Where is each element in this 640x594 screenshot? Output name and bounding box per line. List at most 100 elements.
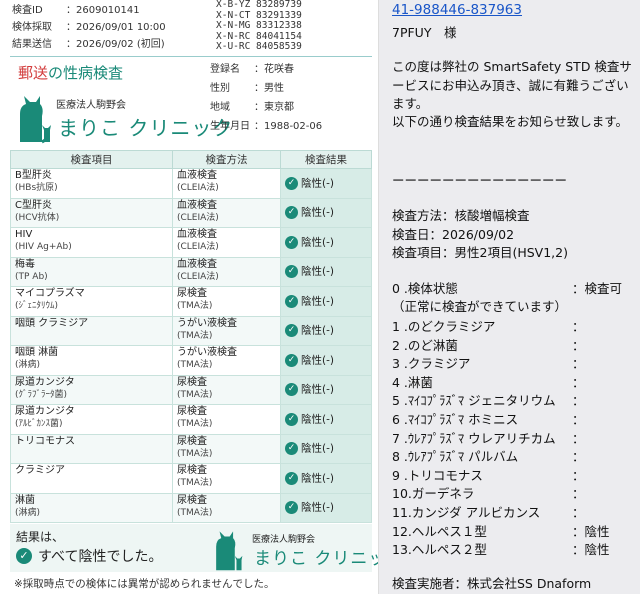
- test-method: 検査方法：核酸増幅検査: [392, 208, 530, 223]
- test-items: 検査項目：男性2項目(HSV1,2): [392, 245, 568, 260]
- check-circle-icon: ✓: [285, 412, 298, 426]
- table-row: マイコプラズマ (ｼﾞｪﾆﾀﾘｳﾑ) 尿検査 (TMA法) ✓ 陰性(-): [10, 286, 372, 317]
- status-note: （正常に検査ができています）: [392, 299, 568, 314]
- result-cell: ✓ 陰性(-): [280, 168, 372, 199]
- table-row: HIV (HIV Ag+Ab) 血液検査 (CLEIA法) ✓ 陰性(-): [10, 227, 372, 258]
- method-cell: 尿検査 (TMA法): [172, 463, 281, 494]
- item-cell: 尿道カンジタ (ｱﾙﾋﾞｶﾝｽ菌): [10, 404, 173, 435]
- table-row: C型肝炎 (HCV抗体) 血液検査 (CLEIA法) ✓ 陰性(-): [10, 197, 372, 228]
- check-circle-icon: ✓: [285, 265, 298, 278]
- item-cell: 咽頭 淋菌 (淋病): [10, 345, 173, 376]
- check-circle-icon: ✓: [285, 471, 298, 485]
- header-method: 検査方法: [172, 150, 281, 169]
- divider-text: ーーーーーーーーーーーーーー: [392, 173, 568, 188]
- method-cell: 尿検査 (TMA法): [172, 286, 281, 317]
- patient-row: 性別 ：男性: [210, 83, 284, 94]
- test-meta: 検査ID ：2609010141 検体採取 ：2026/09/01 10:00 結果…: [12, 2, 166, 53]
- method-cell: 血液検査 (CLEIA法): [172, 168, 281, 199]
- result-cell: ✓ 陰性(-): [280, 315, 372, 346]
- method-cell: 血液検査 (CLEIA法): [172, 227, 281, 258]
- check-circle-icon: ✓: [285, 324, 298, 337]
- result-cell: ✓ 陰性(-): [280, 463, 372, 494]
- check-circle-icon: ✓: [285, 442, 298, 455]
- result-cell: ✓ 陰性(-): [280, 256, 372, 287]
- check-circle-icon: ✓: [16, 548, 32, 564]
- footnote: ※採取時点での検体には異常が認められませんでした。: [14, 578, 275, 590]
- header-result: 検査結果: [280, 150, 372, 169]
- result-cell: ✓ 陰性(-): [280, 374, 372, 405]
- method-cell: うがい液検査 (TMA法): [172, 345, 281, 376]
- table-row: 梅毒 (TP Ab) 血液検査 (CLEIA法) ✓ 陰性(-): [10, 256, 372, 287]
- item-cell: 淋菌 (淋病): [10, 492, 173, 523]
- patient-row: 地域 ：東京都: [210, 102, 294, 113]
- meta-row: 結果送信 ：2026/09/02 (初回): [12, 39, 165, 50]
- result-list-item: 3 .クラミジア：: [392, 356, 585, 372]
- status-row: 0 .検体状態 ：検査可: [392, 281, 623, 296]
- result-list-item: 5 .ﾏｲｺﾌﾟﾗｽﾞﾏ ジェニタリウム：: [392, 393, 585, 409]
- result-list-item: 9 .トリコモナス：: [392, 467, 585, 483]
- cat-logo-icon: [216, 531, 243, 571]
- patient-row: 登録名 ：花咲春: [210, 64, 294, 75]
- meta-row: 検査ID ：2609010141: [12, 5, 140, 16]
- check-circle-icon: ✓: [285, 501, 298, 514]
- result-list-item: 10.ガーデネラ：: [392, 486, 585, 502]
- header-item: 検査項目: [10, 150, 173, 169]
- table-row: 尿道カンジタ (ｱﾙﾋﾞｶﾝｽ菌) 尿検査 (TMA法) ✓ 陰性(-): [10, 404, 372, 435]
- cat-logo-icon: [20, 96, 51, 144]
- clinic-brand: 医療法人駒野会 まりこ クリニック: [14, 92, 232, 146]
- message-panel: 41-988446-837963 7PFUY 様 この度は弊社の SmartSa…: [378, 0, 640, 594]
- method-cell: うがい液検査 (TMA法): [172, 315, 281, 346]
- result-cell: ✓ 陰性(-): [280, 286, 372, 317]
- item-cell: 尿道カンジタ (ｸﾞﾗﾌﾞﾗｰﾀ菌): [10, 374, 173, 405]
- method-cell: 血液検査 (CLEIA法): [172, 197, 281, 228]
- table-row: 尿道カンジタ (ｸﾞﾗﾌﾞﾗｰﾀ菌) 尿検査 (TMA法) ✓ 陰性(-): [10, 374, 372, 405]
- table-row: 咽頭 クラミジア うがい液検査 (TMA法) ✓ 陰性(-): [10, 315, 372, 346]
- table-row: トリコモナス 尿検査 (TMA法) ✓ 陰性(-): [10, 433, 372, 464]
- result-list-item: 4 .淋菌：: [392, 374, 585, 390]
- result-list-item: 2 .のど淋菌：: [392, 337, 585, 353]
- result-cell: ✓ 陰性(-): [280, 227, 372, 258]
- result-cell: ✓ 陰性(-): [280, 197, 372, 228]
- table-row: B型肝炎 (HBs抗原) 血液検査 (CLEIA法) ✓ 陰性(-): [10, 168, 372, 199]
- check-circle-icon: ✓: [285, 353, 298, 367]
- method-cell: 尿検査 (TMA法): [172, 374, 281, 405]
- test-date: 検査日：2026/09/02: [392, 227, 515, 242]
- intro-text: この度は弊社の SmartSafety STD 検査サービスにお申込み頂き、誠に…: [392, 59, 632, 111]
- method-cell: 尿検査 (TMA法): [172, 492, 281, 523]
- result-list-item: 1 .のどクラミジア：: [392, 319, 585, 334]
- page-title: 郵送の性病検査: [18, 64, 124, 82]
- notice-text: 以下の通り検査結果をお知らせ致します。: [392, 114, 629, 129]
- method-cell: 血液検査 (CLEIA法): [172, 256, 281, 287]
- result-cell: ✓ 陰性(-): [280, 433, 372, 464]
- summary-box: 結果は、 ✓すべて陰性でした。 医療法人駒野会 まりこ クリニック: [10, 524, 378, 572]
- item-cell: マイコプラズマ (ｼﾞｪﾆﾀﾘｳﾑ): [10, 286, 173, 317]
- check-circle-icon: ✓: [285, 235, 298, 249]
- item-cell: クラミジア: [10, 463, 173, 494]
- result-list-item: 7 .ｳﾚｱﾌﾟﾗｽﾞﾏ ウレアリチカム：: [392, 430, 585, 446]
- item-cell: 咽頭 クラミジア: [10, 315, 173, 346]
- method-cell: 尿検査 (TMA法): [172, 404, 281, 435]
- results-table: 検査項目 検査方法 検査結果 B型肝炎 (HBs抗原) 血液検査 (CLEIA法) ✓ 陰…: [10, 150, 372, 523]
- item-cell: HIV (HIV Ag+Ab): [10, 227, 173, 258]
- result-certificate: 検査ID ：2609010141 検体採取 ：2026/09/01 10:00 結果…: [0, 0, 378, 594]
- item-cell: トリコモナス: [10, 433, 173, 464]
- sample-codes: X-B-YZ 83289739 X-N-CT 83291339 X-N-MG 8…: [216, 0, 302, 52]
- item-cell: B型肝炎 (HBs抗原): [10, 168, 173, 199]
- method-cell: 尿検査 (TMA法): [172, 433, 281, 464]
- table-row: クラミジア 尿検査 (TMA法) ✓ 陰性(-): [10, 463, 372, 494]
- table-row: 咽頭 淋菌 (淋病) うがい液検査 (TMA法) ✓ 陰性(-): [10, 345, 372, 376]
- result-link[interactable]: 41-988446-837963: [392, 2, 522, 18]
- patient-row: 生年月日 ：1988-02-06: [210, 121, 323, 132]
- divider: [10, 56, 372, 57]
- result-list-item: 12.ヘルペス１型 ：陰性: [392, 523, 610, 539]
- result-list-item: 6 .ﾏｲｺﾌﾟﾗｽﾞﾏ ホミニス：: [392, 412, 585, 427]
- result-list-item: 13.ヘルペス２型 ：陰性: [392, 542, 610, 558]
- check-circle-icon: ✓: [285, 383, 298, 396]
- result-list-item: 8 .ｳﾚｱﾌﾟﾗｽﾞﾏ パルバム：: [392, 449, 585, 465]
- result-list-item: 11.カンジダ アルビカンス：: [392, 505, 585, 520]
- patient-info: 登録名 ：花咲春 性別 ：男性 地域 ：東京都 生年月日 ：1988-02-06: [210, 60, 322, 136]
- recipient: 7PFUY 様: [392, 25, 457, 40]
- item-cell: 梅毒 (TP Ab): [10, 256, 173, 287]
- provider: 検査実施者：株式会社SS Dnaform: [392, 576, 592, 591]
- meta-row: 検体採取 ：2026/09/01 10:00: [12, 22, 166, 33]
